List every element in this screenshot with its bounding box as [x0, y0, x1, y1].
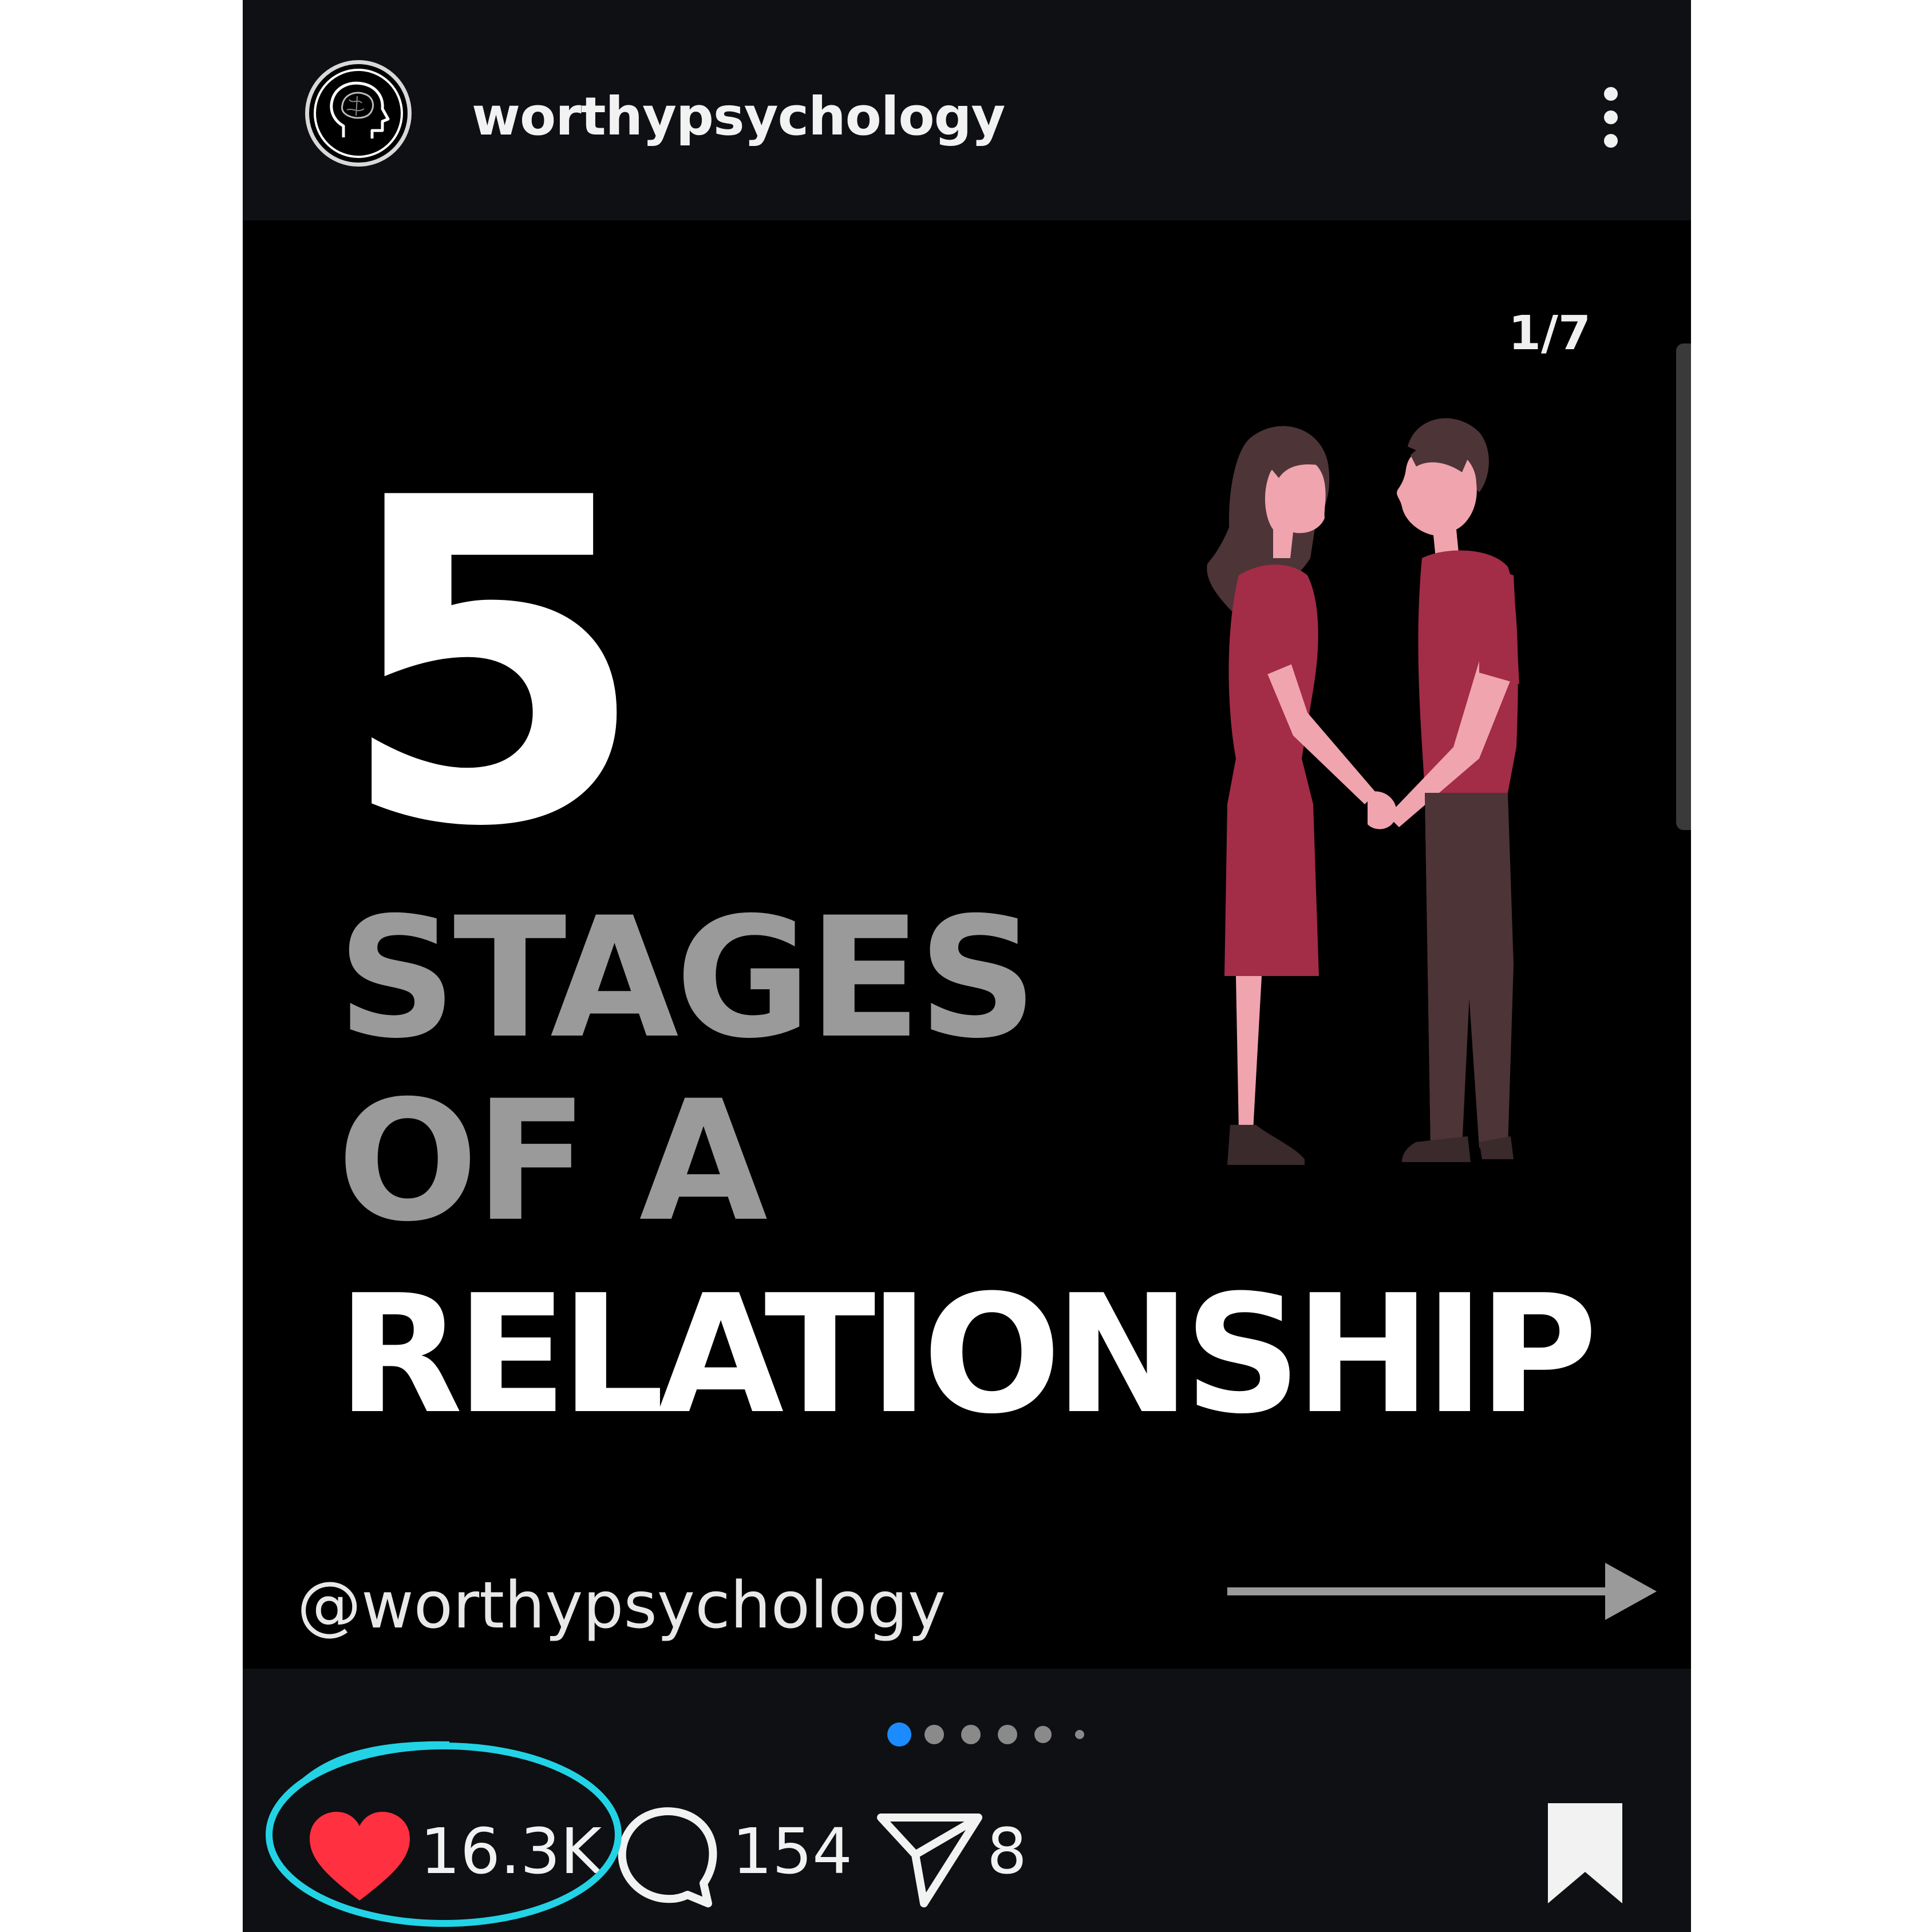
headline-line-1: STAGES — [337, 882, 1038, 1075]
watermark-handle: @worthypsychology — [297, 1568, 946, 1643]
bookmark-icon[interactable] — [1539, 1797, 1631, 1906]
scroll-handle[interactable] — [1676, 343, 1691, 830]
comment-icon[interactable] — [618, 1806, 718, 1909]
avatar[interactable] — [305, 60, 412, 167]
comment-count[interactable]: 154 — [732, 1815, 852, 1888]
username[interactable]: worthypsychology — [472, 86, 1005, 147]
more-vertical-icon — [1604, 87, 1618, 101]
share-count[interactable]: 8 — [987, 1815, 1027, 1888]
carousel-dot — [924, 1725, 944, 1744]
carousel-dot — [998, 1725, 1017, 1744]
brain-head-icon — [314, 69, 403, 158]
headline-line-2: OF A — [337, 1065, 768, 1258]
carousel-dot-active — [887, 1722, 911, 1747]
post-header: worthypsychology — [243, 0, 1691, 220]
more-options-button[interactable] — [1588, 80, 1634, 155]
more-dot — [1604, 110, 1618, 124]
more-dot — [1604, 134, 1618, 148]
carousel-dot — [961, 1725, 981, 1744]
post-image[interactable]: 1/7 5 STAGES OF A RELATIONSHIP @worthyps… — [243, 220, 1691, 1669]
paper-plane-icon[interactable] — [875, 1806, 984, 1909]
headline-line-3: RELATIONSHIP — [337, 1260, 1598, 1450]
couple-illustration — [1207, 418, 1519, 1165]
carousel-dot — [1075, 1730, 1084, 1739]
instagram-post: worthypsychology 1/7 5 STAGES OF A RELAT… — [243, 0, 1691, 1932]
highlight-annotation — [266, 1741, 622, 1927]
headline-number: 5 — [337, 404, 648, 924]
carousel-dot — [1034, 1726, 1052, 1743]
arrow-right-icon — [1227, 1563, 1657, 1620]
page-counter: 1/7 — [1508, 306, 1591, 361]
